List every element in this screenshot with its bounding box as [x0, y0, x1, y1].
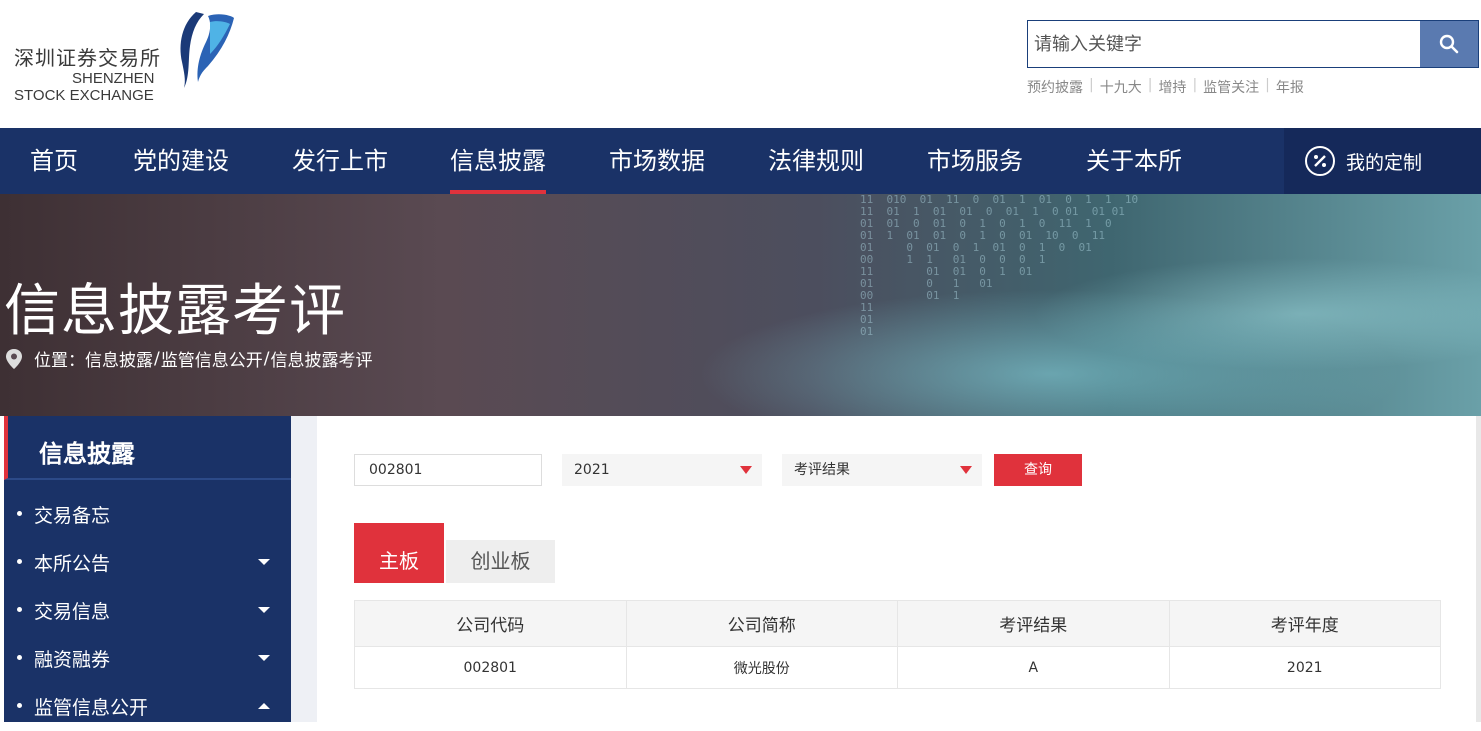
- breadcrumb-prefix: 位置：: [34, 351, 85, 371]
- nav-item-disclosure[interactable]: 信息披露: [450, 128, 546, 194]
- page-banner: 11 010 01 11 0 01 1 01 0 1 1 10 11 01 1 …: [0, 194, 1481, 416]
- sidebar-item-label: 融资融券: [34, 649, 111, 671]
- search-button[interactable]: [1420, 21, 1478, 67]
- content-gutter: [291, 416, 317, 722]
- bullet-icon: [17, 655, 22, 660]
- sidebar-item-margin-trading[interactable]: 融资融券: [4, 635, 291, 683]
- logo-chinese-name: 深圳证券交易所: [14, 46, 161, 70]
- caret-down-icon: [258, 655, 270, 661]
- my-custom-label: 我的定制: [1346, 151, 1423, 174]
- sidebar-item-label: 交易备忘: [34, 505, 111, 527]
- bullet-icon: [17, 703, 22, 708]
- sidebar-title: 信息披露: [39, 440, 135, 468]
- divider: |: [1147, 77, 1153, 93]
- search-box: [1027, 20, 1479, 68]
- sidebar: 信息披露 交易备忘 本所公告 交易信息 融资融券 监管信息公开: [4, 416, 291, 722]
- sidebar-item-label: 监管信息公开: [34, 697, 149, 719]
- column-header-code: 公司代码: [354, 600, 627, 647]
- cell-company-code: 002801: [354, 646, 627, 689]
- nav-item-about[interactable]: 关于本所: [1086, 128, 1182, 194]
- sidebar-item-trading-info[interactable]: 交易信息: [4, 587, 291, 635]
- column-header-year: 考评年度: [1168, 600, 1441, 647]
- sidebar-item-trading-memo[interactable]: 交易备忘: [4, 491, 291, 539]
- hot-link[interactable]: 年报: [1276, 77, 1304, 97]
- logo-english-line1: SHENZHEN: [72, 70, 155, 87]
- sidebar-header: 信息披露: [4, 416, 291, 480]
- search-input[interactable]: [1028, 21, 1420, 67]
- sidebar-item-label: 本所公告: [34, 553, 111, 575]
- my-custom-button[interactable]: 我的定制: [1284, 128, 1481, 194]
- cell-result: A: [897, 646, 1170, 689]
- breadcrumb-separator: /: [154, 348, 160, 369]
- scrollbar[interactable]: [1476, 416, 1481, 722]
- hot-link[interactable]: 预约披露: [1027, 77, 1083, 97]
- caret-down-icon: [258, 607, 270, 613]
- dropdown-caret-icon: [740, 466, 752, 474]
- bullet-icon: [17, 559, 22, 564]
- hot-link[interactable]: 十九大: [1100, 77, 1142, 97]
- tab-main-board[interactable]: 主板: [354, 523, 444, 583]
- divider: |: [1089, 77, 1094, 93]
- year-select[interactable]: 2021: [562, 454, 762, 486]
- breadcrumb-separator: /: [263, 348, 270, 369]
- caret-up-icon: [258, 703, 270, 709]
- bullet-icon: [17, 511, 22, 516]
- cell-year: 2021: [1168, 646, 1441, 689]
- nav-item-listing[interactable]: 发行上市: [292, 128, 388, 194]
- nav-item-party[interactable]: 党的建设: [133, 128, 229, 194]
- evaluation-table: 公司代码 公司简称 考评结果 考评年度 002801 微光股份 A 2021: [354, 600, 1441, 689]
- cell-company-name: 微光股份: [625, 646, 898, 689]
- divider: |: [1192, 77, 1198, 93]
- banner-decoration: 11 010 01 11 0 01 1 01 0 1 1 10 11 01 1 …: [860, 194, 1139, 338]
- column-header-result: 考评结果: [897, 600, 1170, 647]
- bullet-icon: [17, 607, 22, 612]
- result-select[interactable]: 考评结果: [782, 454, 982, 486]
- sidebar-item-announcements[interactable]: 本所公告: [4, 539, 291, 587]
- main-nav: 首页 党的建设 发行上市 信息披露 市场数据 法律规则 市场服务 关于本所 我的…: [0, 128, 1481, 194]
- year-select-value: 2021: [574, 462, 610, 478]
- sidebar-item-regulatory-info[interactable]: 监管信息公开: [4, 683, 291, 731]
- hot-link[interactable]: 增持: [1158, 77, 1186, 97]
- tab-chinext[interactable]: 创业板: [446, 540, 555, 583]
- search-icon: [1439, 34, 1459, 54]
- table-row: 002801 微光股份 A 2021: [354, 646, 1441, 689]
- breadcrumb-item[interactable]: 信息披露考评: [270, 346, 372, 371]
- company-code-input[interactable]: [354, 454, 542, 486]
- table-header-row: 公司代码 公司简称 考评结果 考评年度: [354, 600, 1441, 647]
- column-header-name: 公司简称: [625, 600, 898, 647]
- hot-link[interactable]: 监管关注: [1203, 77, 1259, 97]
- nav-item-market-data[interactable]: 市场数据: [609, 128, 705, 194]
- hot-search-links: 预约披露 | 十九大 | 增持 | 监管关注 | 年报: [1027, 77, 1304, 97]
- logo-emblem-icon: [180, 12, 234, 88]
- divider: |: [1265, 77, 1270, 93]
- szse-logo[interactable]: 深圳证券交易所 SHENZHEN STOCK EXCHANGE: [12, 10, 242, 110]
- result-select-value: 考评结果: [794, 462, 850, 478]
- dropdown-caret-icon: [960, 466, 972, 474]
- caret-down-icon: [258, 559, 270, 565]
- nav-item-rules[interactable]: 法律规则: [768, 128, 864, 194]
- page-title: 信息披露考评: [4, 279, 346, 344]
- location-pin-icon: [6, 348, 22, 369]
- site-header: 深圳证券交易所 SHENZHEN STOCK EXCHANGE 预约披露 | 十…: [0, 0, 1481, 128]
- query-button[interactable]: 查询: [994, 454, 1082, 486]
- customize-icon: [1305, 146, 1335, 176]
- breadcrumb-item[interactable]: 监管信息公开: [161, 346, 263, 371]
- breadcrumb: 位置： 信息披露 / 监管信息公开 / 信息披露考评: [4, 346, 372, 371]
- logo-english-line2: STOCK EXCHANGE: [14, 87, 154, 104]
- nav-item-services[interactable]: 市场服务: [927, 128, 1023, 194]
- sidebar-item-label: 交易信息: [34, 601, 111, 623]
- main-content: 2021 考评结果 查询 主板 创业板 公司代码 公司简称 考评结果 考评年度 …: [317, 416, 1481, 722]
- nav-item-home[interactable]: 首页: [30, 128, 78, 194]
- breadcrumb-item[interactable]: 信息披露: [85, 346, 153, 371]
